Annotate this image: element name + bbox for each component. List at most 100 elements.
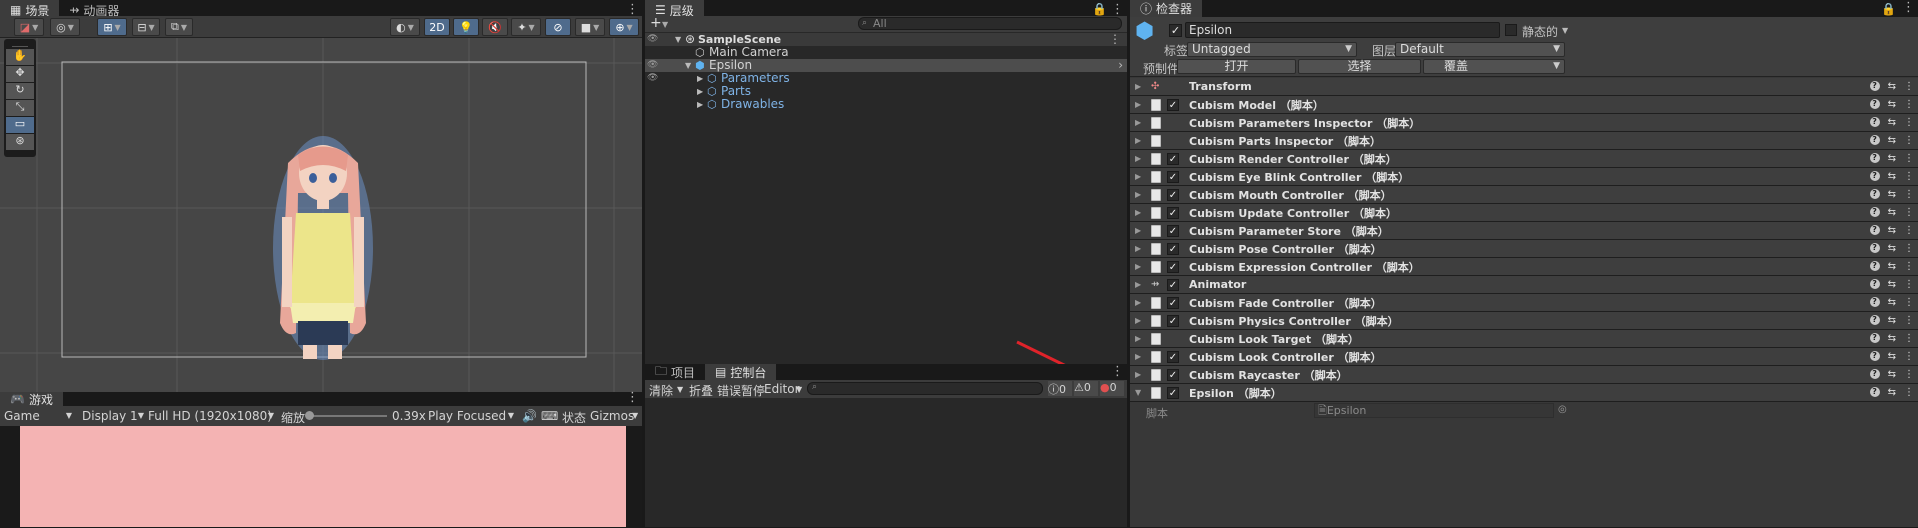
hierarchy-item-parts[interactable]: ▶ ⬡ Parts (645, 85, 1127, 99)
component-row[interactable]: ▶ ✓ Cubism Expression Controller （脚本）? ⇆ ⋮ (1130, 258, 1918, 276)
collapse-button[interactable]: 折叠 (689, 382, 713, 399)
hierarchy-item-parameters[interactable]: 👁 ▶ ⬡ Parameters (645, 72, 1127, 86)
layer-dropdown[interactable]: Default ▼ (1395, 42, 1565, 57)
scale-slider-handle[interactable] (305, 411, 314, 420)
shading-mode-button[interactable]: ◐ ▼ (390, 18, 420, 36)
prefab-overrides-dropdown[interactable]: 覆盖 ▼ (1423, 59, 1565, 74)
lock-icon[interactable]: 🔒 (1092, 2, 1107, 16)
component-enabled-checkbox[interactable]: ✓ (1167, 188, 1179, 201)
presets-icon[interactable]: ⇆ (1888, 117, 1896, 128)
component-row[interactable]: ▼ ✓ Epsilon （脚本）? ⇆ ⋮ (1130, 384, 1918, 402)
visibility-icon[interactable]: 👁 (647, 72, 658, 85)
component-menu-icon[interactable]: ⋮ (1904, 261, 1914, 272)
script-field-value[interactable]: 🗎Epsilon (1314, 403, 1554, 418)
collapsed-arrow-icon[interactable]: ▶ (697, 85, 703, 98)
transform-tool-icon[interactable]: ⊛ (6, 134, 34, 150)
component-menu-icon[interactable]: ⋮ (1904, 279, 1914, 290)
grid-snap-button[interactable]: ⊞ ▼ (97, 18, 127, 36)
help-icon[interactable]: ? (1869, 135, 1880, 145)
visibility-icon[interactable]: 👁 (647, 33, 658, 46)
presets-icon[interactable]: ⇆ (1888, 135, 1896, 146)
increment-snap-button[interactable]: ⧉ ▼ (165, 18, 193, 36)
help-icon[interactable]: ? (1869, 297, 1880, 307)
component-row[interactable]: ▶ Cubism Parts Inspector （脚本）? ⇆ ⋮ (1130, 132, 1918, 150)
component-enabled-checkbox[interactable]: ✓ (1167, 260, 1179, 273)
component-row[interactable]: ▶ ✓ Cubism Fade Controller （脚本）? ⇆ ⋮ (1130, 294, 1918, 312)
display-mode-dropdown[interactable]: Game ▼ (4, 409, 72, 423)
camera-button[interactable]: ■ ▼ (575, 18, 605, 36)
add-object-button[interactable]: + (650, 15, 662, 31)
tab-inspector[interactable]: ⓘ 检查器 (1130, 0, 1203, 17)
collapsed-arrow-icon[interactable]: ▶ (1135, 280, 1147, 289)
stats-button[interactable]: 状态 (562, 409, 586, 426)
component-enabled-checkbox[interactable]: ✓ (1167, 170, 1179, 183)
editor-dropdown-icon[interactable]: ▼ (796, 385, 802, 394)
collapsed-arrow-icon[interactable]: ▶ (1135, 100, 1147, 109)
scale-slider[interactable] (305, 411, 387, 420)
component-row[interactable]: ▶ ⇸ ✓ Animator? ⇆ ⋮ (1130, 276, 1918, 294)
editor-dropdown[interactable]: Editor (764, 382, 800, 396)
collapsed-arrow-icon[interactable]: ▶ (1135, 262, 1147, 271)
collapsed-arrow-icon[interactable]: ▶ (1135, 136, 1147, 145)
hierarchy-item-drawables[interactable]: ▶ ⬡ Drawables (645, 98, 1127, 112)
prefab-open-button[interactable]: 打开 (1177, 59, 1296, 74)
component-menu-icon[interactable]: ⋮ (1904, 387, 1914, 398)
component-menu-icon[interactable]: ⋮ (1904, 297, 1914, 308)
error-count-toggle[interactable]: ●0 (1100, 381, 1124, 396)
component-menu-icon[interactable]: ⋮ (1904, 333, 1914, 344)
help-icon[interactable]: ? (1869, 207, 1880, 217)
expand-arrow-icon[interactable]: ▼ (1135, 388, 1147, 397)
component-menu-icon[interactable]: ⋮ (1904, 207, 1914, 218)
component-row[interactable]: ▶ ✓ Cubism Mouth Controller （脚本）? ⇆ ⋮ (1130, 186, 1918, 204)
component-enabled-checkbox[interactable]: ✓ (1167, 152, 1179, 165)
collapsed-arrow-icon[interactable]: ▶ (1135, 334, 1147, 343)
collapsed-arrow-icon[interactable]: ▶ (1135, 352, 1147, 361)
component-menu-icon[interactable]: ⋮ (1904, 369, 1914, 380)
help-icon[interactable]: ? (1869, 171, 1880, 181)
active-checkbox[interactable]: ✓ (1169, 24, 1182, 37)
component-enabled-checkbox[interactable]: ✓ (1167, 224, 1179, 237)
component-row[interactable]: ▶ Cubism Look Target （脚本）? ⇆ ⋮ (1130, 330, 1918, 348)
presets-icon[interactable]: ⇆ (1888, 297, 1896, 308)
scale-tool-icon[interactable]: ⤡ (6, 100, 34, 116)
object-name-field[interactable]: Epsilon (1185, 22, 1500, 38)
game-menu-icon[interactable]: ⋮ (626, 390, 639, 406)
lighting-toggle-icon[interactable]: 💡 (453, 18, 479, 36)
help-icon[interactable]: ? (1869, 369, 1880, 379)
gizmos-toggle[interactable]: Gizmos (590, 409, 634, 423)
help-icon[interactable]: ? (1869, 333, 1880, 343)
presets-icon[interactable]: ⇆ (1888, 243, 1896, 254)
draw-mode-button[interactable]: ◪ ▼ (14, 18, 44, 36)
presets-icon[interactable]: ⇆ (1888, 81, 1896, 92)
component-row[interactable]: ▶ ✓ Cubism Model （脚本）? ⇆ ⋮ (1130, 96, 1918, 114)
expand-arrow-icon[interactable]: ▼ (675, 33, 681, 46)
collapsed-arrow-icon[interactable]: ▶ (1135, 370, 1147, 379)
help-icon[interactable]: ? (1869, 189, 1880, 199)
presets-icon[interactable]: ⇆ (1888, 99, 1896, 110)
component-row[interactable]: ▶ ✓ Cubism Render Controller （脚本）? ⇆ ⋮ (1130, 150, 1918, 168)
visibility-toggle-icon[interactable]: ⊘ (545, 18, 571, 36)
console-search-input[interactable]: ⌕ (807, 382, 1043, 395)
collapsed-arrow-icon[interactable]: ▶ (1135, 154, 1147, 163)
help-icon[interactable]: ? (1869, 117, 1880, 127)
tab-console[interactable]: ▤ 控制台 (705, 364, 777, 380)
component-menu-icon[interactable]: ⋮ (1904, 135, 1914, 146)
clear-button[interactable]: 清除 (649, 382, 673, 399)
warning-count-toggle[interactable]: ⚠0 (1074, 381, 1098, 396)
collapsed-arrow-icon[interactable]: ▶ (1135, 82, 1147, 91)
collapsed-arrow-icon[interactable]: ▶ (1135, 244, 1147, 253)
collapsed-arrow-icon[interactable]: ▶ (1135, 298, 1147, 307)
inspector-menu-icon[interactable]: ⋮ (1902, 0, 1915, 16)
help-icon[interactable]: ? (1869, 315, 1880, 325)
rect-tool-icon[interactable]: ▭ (6, 117, 34, 133)
add-object-dropdown-icon[interactable]: ▼ (662, 20, 668, 29)
component-menu-icon[interactable]: ⋮ (1904, 315, 1914, 326)
component-row[interactable]: ▶ ✓ Cubism Eye Blink Controller （脚本）? ⇆ ⋮ (1130, 168, 1918, 186)
presets-icon[interactable]: ⇆ (1888, 315, 1896, 326)
presets-icon[interactable]: ⇆ (1888, 279, 1896, 290)
mode-2d-button[interactable]: 2D (424, 18, 450, 36)
presets-icon[interactable]: ⇆ (1888, 189, 1896, 200)
presets-icon[interactable]: ⇆ (1888, 387, 1896, 398)
effects-button[interactable]: ✦ ▼ (511, 18, 541, 36)
component-menu-icon[interactable]: ⋮ (1904, 243, 1914, 254)
